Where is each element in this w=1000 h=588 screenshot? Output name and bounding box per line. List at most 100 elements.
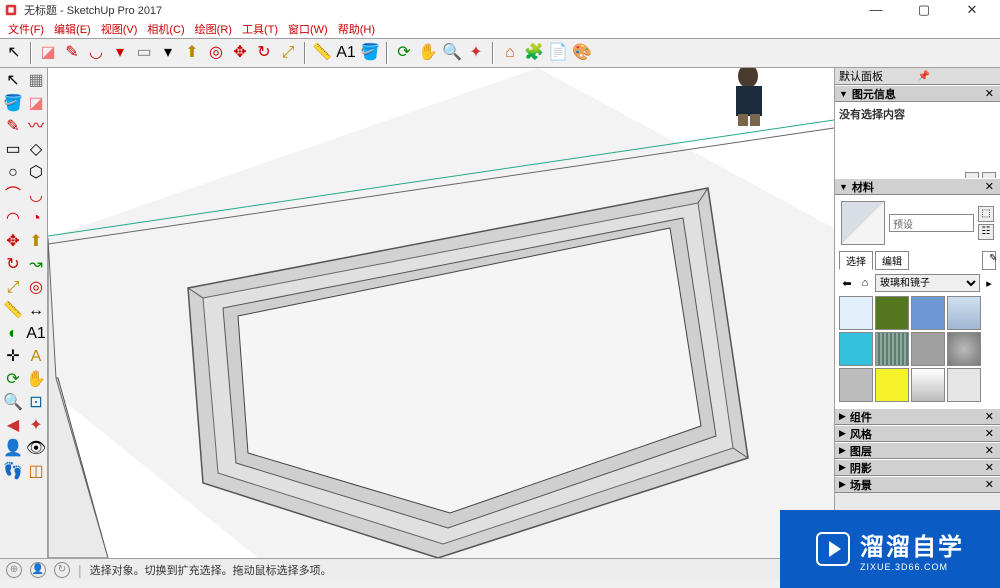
line-tool-button[interactable]: ✎ bbox=[2, 116, 24, 138]
walk-tool-button[interactable]: 👣 bbox=[2, 461, 24, 483]
tape-tool-button[interactable]: 📏 bbox=[312, 43, 332, 63]
orbit-tool-button[interactable]: ⟳ bbox=[2, 369, 24, 391]
paint-tool-button[interactable]: 🪣 bbox=[360, 43, 380, 63]
rotate-tool-button[interactable]: ↻ bbox=[2, 254, 24, 276]
sync-status-icon[interactable]: ↻ bbox=[54, 562, 70, 578]
menu-draw[interactable]: 绘图(R) bbox=[191, 21, 236, 37]
home-button[interactable]: ⌂ bbox=[857, 275, 873, 291]
close-icon[interactable]: ✕ bbox=[983, 87, 996, 100]
material-swatch[interactable] bbox=[875, 368, 909, 402]
materials-tab-select[interactable]: 选择 bbox=[839, 251, 873, 270]
text-tool-button[interactable]: A1 bbox=[336, 43, 356, 63]
menu-view[interactable]: 视图(V) bbox=[97, 21, 142, 37]
previous-view-button[interactable]: ◀ bbox=[2, 415, 24, 437]
current-material-swatch[interactable] bbox=[841, 201, 885, 245]
menu-window[interactable]: 窗口(W) bbox=[284, 21, 332, 37]
protractor-tool-button[interactable]: ◐ bbox=[2, 323, 24, 345]
look-around-button[interactable]: 👁 bbox=[25, 438, 47, 460]
section-tool-button[interactable]: ◫ bbox=[25, 461, 47, 483]
menu-edit[interactable]: 编辑(E) bbox=[50, 21, 95, 37]
pin-icon[interactable]: 📌 bbox=[918, 71, 997, 82]
position-camera-button[interactable]: 👤 bbox=[2, 438, 24, 460]
3dwarehouse-button[interactable]: ⌂ bbox=[500, 43, 520, 63]
rectangle-tool-button[interactable]: ▭ bbox=[2, 139, 24, 161]
pushpull-tool-button[interactable]: ⬆ bbox=[182, 43, 202, 63]
material-name-field[interactable]: 预设 bbox=[889, 214, 974, 232]
shadows-header[interactable]: ▶ 阴影 ✕ bbox=[835, 459, 1000, 476]
window-close-button[interactable]: ✕ bbox=[958, 2, 986, 18]
pan-tool-button[interactable]: ✋ bbox=[25, 369, 47, 391]
arc-tool-button[interactable]: ⌒ bbox=[2, 185, 24, 207]
line-tool-button[interactable]: ✎ bbox=[62, 43, 82, 63]
polygon-tool-button[interactable]: ⬡ bbox=[25, 162, 47, 184]
close-icon[interactable]: ✕ bbox=[983, 461, 996, 474]
window-minimize-button[interactable]: — bbox=[862, 2, 890, 18]
materials-header[interactable]: ▼ 材料 ✕ bbox=[835, 178, 1000, 195]
2pt-arc-tool-button[interactable]: ◡ bbox=[25, 185, 47, 207]
material-swatch[interactable] bbox=[875, 296, 909, 330]
layout-button[interactable]: 📄 bbox=[548, 43, 568, 63]
eraser-tool-button[interactable]: ◪ bbox=[25, 93, 47, 115]
arc-tool-button[interactable]: ◡ bbox=[86, 43, 106, 63]
material-swatch[interactable] bbox=[839, 332, 873, 366]
pan-tool-button[interactable]: ✋ bbox=[418, 43, 438, 63]
stylebuilder-button[interactable]: 🎨 bbox=[572, 43, 592, 63]
menu-file[interactable]: 文件(F) bbox=[4, 21, 48, 37]
dimension-tool-button[interactable]: ↔ bbox=[25, 300, 47, 322]
styles-header[interactable]: ▶ 风格 ✕ bbox=[835, 425, 1000, 442]
materials-tab-edit[interactable]: 编辑 bbox=[875, 251, 909, 270]
credits-status-icon[interactable]: 👤 bbox=[30, 562, 46, 578]
rectangle-tool-button[interactable]: ▭ bbox=[134, 43, 154, 63]
material-swatch[interactable] bbox=[911, 332, 945, 366]
shape-dropdown-button[interactable]: ▾ bbox=[158, 43, 178, 63]
pushpull-tool-button[interactable]: ⬆ bbox=[25, 231, 47, 253]
close-icon[interactable]: ✕ bbox=[983, 478, 996, 491]
select-tool-button[interactable]: ↖ bbox=[2, 70, 24, 92]
circle-tool-button[interactable]: ○ bbox=[2, 162, 24, 184]
close-icon[interactable]: ✕ bbox=[983, 180, 996, 193]
material-category-select[interactable]: 玻璃和镜子 bbox=[875, 274, 980, 292]
material-swatch[interactable] bbox=[947, 296, 981, 330]
material-swatch[interactable] bbox=[947, 332, 981, 366]
select-tool-button[interactable]: ↖ bbox=[4, 43, 24, 63]
menu-camera[interactable]: 相机(C) bbox=[143, 21, 188, 37]
scale-tool-button[interactable]: ⤢ bbox=[278, 43, 298, 63]
components-header[interactable]: ▶ 组件 ✕ bbox=[835, 408, 1000, 425]
move-tool-button[interactable]: ✥ bbox=[2, 231, 24, 253]
model-canvas[interactable] bbox=[48, 68, 834, 558]
close-icon[interactable]: ✕ bbox=[983, 427, 996, 440]
3d-viewport[interactable] bbox=[48, 68, 834, 558]
zoom-tool-button[interactable]: 🔍 bbox=[442, 43, 462, 63]
sample-paint-button[interactable]: ✎ bbox=[982, 251, 996, 270]
default-material-button[interactable]: ☷ bbox=[978, 224, 994, 240]
menu-help[interactable]: 帮助(H) bbox=[334, 21, 379, 37]
move-tool-button[interactable]: ✥ bbox=[230, 43, 250, 63]
menu-tools[interactable]: 工具(T) bbox=[238, 21, 282, 37]
axes-tool-button[interactable]: ✛ bbox=[2, 346, 24, 368]
followme-tool-button[interactable]: ↝ bbox=[25, 254, 47, 276]
zoom-window-button[interactable]: ⊡ bbox=[25, 392, 47, 414]
offset-tool-button[interactable]: ◎ bbox=[206, 43, 226, 63]
close-icon[interactable]: ✕ bbox=[983, 444, 996, 457]
paint-tool-button[interactable]: 🪣 bbox=[2, 93, 24, 115]
pie-tool-button[interactable]: ◔ bbox=[25, 208, 47, 230]
tray-header[interactable]: 默认面板 📌 bbox=[835, 68, 1000, 85]
orbit-tool-button[interactable]: ⟳ bbox=[394, 43, 414, 63]
layers-header[interactable]: ▶ 图层 ✕ bbox=[835, 442, 1000, 459]
back-button[interactable]: ⬅ bbox=[839, 275, 855, 291]
tape-tool-button[interactable]: 📏 bbox=[2, 300, 24, 322]
material-swatch[interactable] bbox=[839, 296, 873, 330]
eraser-tool-button[interactable]: ◪ bbox=[38, 43, 58, 63]
material-swatch[interactable] bbox=[875, 332, 909, 366]
entity-info-header[interactable]: ▼ 图元信息 ✕ bbox=[835, 85, 1000, 102]
rotated-rect-tool-button[interactable]: ◇ bbox=[25, 139, 47, 161]
offset-tool-button[interactable]: ◎ bbox=[25, 277, 47, 299]
scale-tool-button[interactable]: ⤢ bbox=[2, 277, 24, 299]
zoom-extents-button[interactable]: ✦ bbox=[466, 43, 486, 63]
text-tool-button[interactable]: A1 bbox=[25, 323, 47, 345]
zoom-tool-button[interactable]: 🔍 bbox=[2, 392, 24, 414]
freehand-tool-button[interactable]: 〰 bbox=[25, 116, 47, 138]
create-material-button[interactable]: ⬚ bbox=[978, 206, 994, 222]
geo-status-icon[interactable]: ⊕ bbox=[6, 562, 22, 578]
material-swatch[interactable] bbox=[839, 368, 873, 402]
